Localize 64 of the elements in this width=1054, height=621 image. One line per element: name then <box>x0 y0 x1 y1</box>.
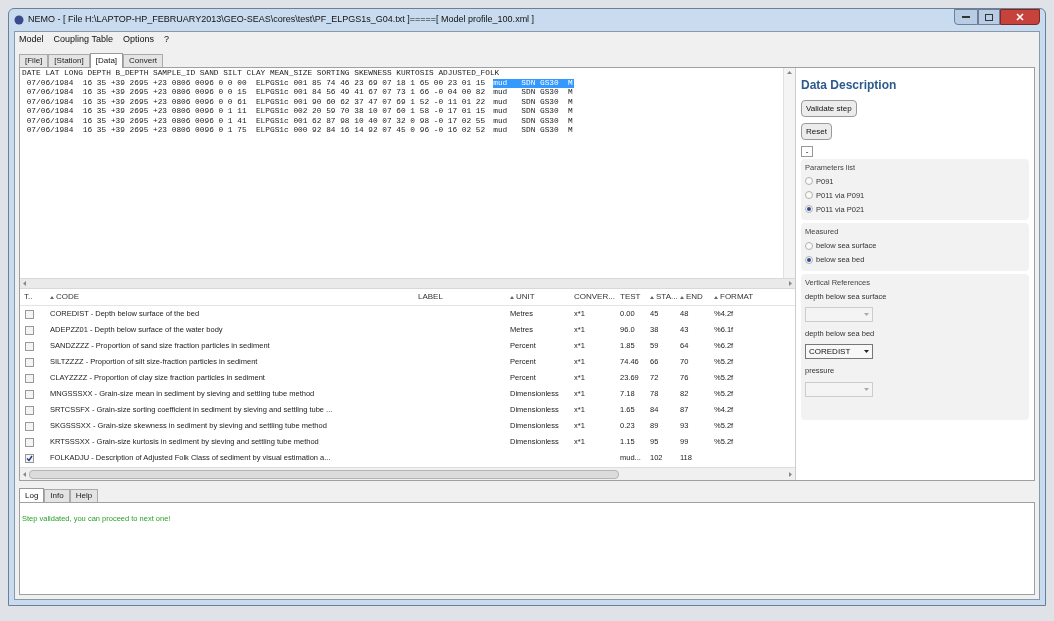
scrollbar-thumb[interactable] <box>29 469 619 479</box>
checkbox[interactable] <box>25 405 34 415</box>
radio-button[interactable] <box>805 255 813 264</box>
tab[interactable]: Info <box>44 489 70 502</box>
minimize-button[interactable] <box>954 9 978 25</box>
column-header[interactable]: FORMAT <box>714 291 754 303</box>
radio-button[interactable] <box>805 191 813 200</box>
checkbox[interactable] <box>25 309 34 319</box>
checkbox[interactable] <box>25 421 34 431</box>
dropdown-arrow-icon <box>864 350 869 354</box>
radio-button[interactable] <box>805 241 813 250</box>
horizontal-scrollbar[interactable] <box>20 278 795 289</box>
sort-arrow-icon <box>680 295 684 299</box>
scroll-left-icon <box>23 471 26 477</box>
tab[interactable]: [Data] <box>89 53 124 68</box>
column-header[interactable]: LABEL <box>418 291 443 303</box>
tab[interactable]: Convert <box>123 54 164 67</box>
vertical-scrollbar[interactable] <box>783 68 795 278</box>
app-icon <box>14 15 24 25</box>
sort-arrow-icon <box>650 295 654 299</box>
menu-item[interactable]: ? <box>163 33 169 47</box>
sort-arrow-icon <box>50 295 54 299</box>
column-header[interactable]: T.. <box>24 291 33 303</box>
menu-item[interactable]: Model <box>19 33 44 47</box>
column-header[interactable]: UNIT <box>510 291 535 303</box>
column-header[interactable]: CONVER... <box>574 291 615 303</box>
dropdown[interactable]: COREDIST <box>805 344 873 360</box>
panel-button[interactable]: Reset <box>801 123 832 140</box>
tab[interactable]: [File] <box>19 54 49 67</box>
checkbox[interactable] <box>25 373 34 383</box>
sort-arrow-icon <box>510 295 514 299</box>
maximize-icon <box>985 13 993 21</box>
dropdown-arrow-icon <box>864 313 869 316</box>
column-header[interactable]: END <box>680 291 703 303</box>
checkbox[interactable] <box>25 437 34 447</box>
scroll-up-icon <box>787 71 792 74</box>
collapse-button[interactable]: - <box>801 146 813 157</box>
checkbox[interactable] <box>25 453 34 463</box>
scroll-right-icon <box>789 471 792 477</box>
menu-item[interactable]: Options <box>122 33 154 47</box>
close-button[interactable] <box>1000 9 1040 25</box>
scroll-left-icon <box>23 281 26 286</box>
scroll-right-icon <box>789 281 792 286</box>
close-icon <box>1016 13 1024 21</box>
column-header[interactable]: STA... <box>650 291 678 303</box>
menu-item[interactable]: Coupling Table <box>53 33 113 47</box>
dropdown-arrow-icon <box>864 387 869 391</box>
checkbox[interactable] <box>25 389 34 399</box>
minimize-icon <box>962 15 970 19</box>
tab[interactable]: [Station] <box>48 54 90 67</box>
radio-button[interactable] <box>805 177 813 186</box>
radio-button[interactable] <box>805 205 813 214</box>
checkbox[interactable] <box>25 357 34 367</box>
column-header[interactable]: TEST <box>620 291 641 303</box>
tab[interactable]: Help <box>69 489 99 502</box>
sort-arrow-icon <box>714 295 718 299</box>
column-header[interactable]: CODE <box>50 291 80 303</box>
window-title: NEMO - [ File H:\LAPTOP-HP_FEBRUARY2013\GEO-SEAS\cores\test\PF_ELPGS1s_G04.txt ]=====[ Model profile_100.xml ] <box>28 13 535 27</box>
maximize-button[interactable] <box>978 9 1000 25</box>
panel-title: Data Description <box>801 77 898 94</box>
panel-button[interactable]: Validate step <box>801 100 857 117</box>
checkbox[interactable] <box>25 341 34 351</box>
checkbox[interactable] <box>25 325 34 335</box>
horizontal-scrollbar[interactable] <box>20 467 795 481</box>
